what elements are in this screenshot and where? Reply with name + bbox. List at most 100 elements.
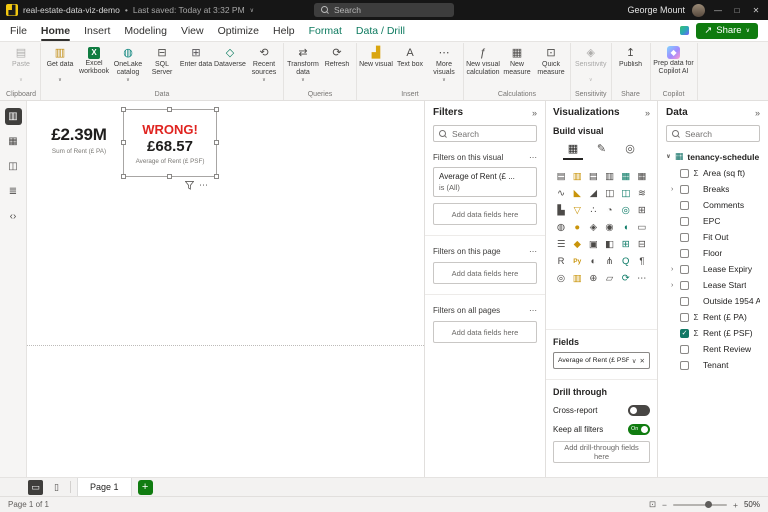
field-checkbox[interactable] xyxy=(680,185,689,194)
stacked-bar-chart-icon[interactable]: ▤ xyxy=(553,168,569,185)
table-view-button[interactable]: ▦ xyxy=(5,133,22,150)
report-view-button[interactable]: ▥ xyxy=(5,108,22,125)
cross-report-toggle[interactable] xyxy=(628,405,650,416)
transform-data-button[interactable]: ⇄Transform data∨ xyxy=(286,43,320,83)
filter-dropzone[interactable]: Add data fields here xyxy=(433,203,537,225)
resize-handle[interactable] xyxy=(214,174,219,179)
field-row-outside-1954-act[interactable]: Outside 1954 Act xyxy=(666,293,760,309)
page-tab[interactable]: Page 1 xyxy=(77,478,132,497)
100-stacked-bar-chart-icon[interactable]: ▦ xyxy=(618,168,634,185)
clustered-column-chart-icon[interactable]: ▥ xyxy=(601,168,617,185)
expand-icon[interactable]: › xyxy=(671,266,677,273)
power-apps-icon[interactable]: ▱ xyxy=(601,270,617,287)
python-visual-icon[interactable]: Py xyxy=(569,253,585,270)
filter-card[interactable]: Average of Rent (£ ...is (All) xyxy=(433,167,537,197)
menu-tab-view[interactable]: View xyxy=(181,20,204,42)
remove-field-icon[interactable]: ✕ xyxy=(640,357,645,365)
line-chart-icon[interactable]: ∿ xyxy=(553,185,569,202)
field-row-epc[interactable]: EPC xyxy=(666,213,760,229)
chevron-down-icon[interactable]: ∨ xyxy=(632,357,637,365)
collapse-pane-icon[interactable]: » xyxy=(532,108,537,118)
resize-handle[interactable] xyxy=(167,174,172,179)
chevron-down-icon[interactable]: ∨ xyxy=(666,153,671,160)
gauge-icon[interactable]: ◖ xyxy=(618,219,634,236)
quick-measure-button[interactable]: ⊡Quick measure xyxy=(534,43,568,78)
minimize-button[interactable]: — xyxy=(712,6,724,15)
menu-tab-modeling[interactable]: Modeling xyxy=(124,20,167,42)
resize-handle[interactable] xyxy=(214,107,219,112)
funnel-chart-icon[interactable]: ▽ xyxy=(569,202,585,219)
table-node-tenancy-schedule[interactable]: ∨ ▦ tenancy-schedule xyxy=(666,151,760,162)
field-checkbox[interactable] xyxy=(680,265,689,274)
multi-row-card-icon[interactable]: ☰ xyxy=(553,236,569,253)
format-visual-tab[interactable]: ✎ xyxy=(592,140,612,160)
zoom-slider-knob[interactable] xyxy=(705,501,712,508)
more-options-icon[interactable]: ⋯ xyxy=(529,306,537,315)
smart-narrative-icon[interactable]: ¶ xyxy=(634,253,650,270)
kpi-icon[interactable]: ◆ xyxy=(569,236,585,253)
metrics-icon[interactable]: ◎ xyxy=(553,270,569,287)
field-row-rent-psf[interactable]: ✓ΣRent (£ PSF) xyxy=(666,325,760,341)
scatter-chart-icon[interactable]: ∴ xyxy=(585,202,601,219)
tmdl-view-button[interactable]: ‹› xyxy=(5,208,22,225)
decomposition-tree-icon[interactable]: ⋔ xyxy=(601,253,617,270)
mobile-view-button[interactable]: ▯ xyxy=(49,480,64,495)
collapse-pane-icon[interactable]: » xyxy=(645,108,650,118)
excel-workbook-button[interactable]: XExcel workbook xyxy=(77,43,111,77)
fit-to-page-icon[interactable]: ⊡ xyxy=(649,499,656,510)
clustered-bar-chart-icon[interactable]: ▤ xyxy=(585,168,601,185)
build-visual-tab[interactable]: ▦ xyxy=(563,140,583,160)
share-button[interactable]: ↗ Share ∨ xyxy=(696,23,758,39)
new-visual-button[interactable]: ▟New visual xyxy=(359,43,393,78)
field-checkbox[interactable] xyxy=(680,313,689,322)
area-chart-icon[interactable]: ◣ xyxy=(569,185,585,202)
field-row-rent-review[interactable]: Rent Review xyxy=(666,341,760,357)
close-button[interactable]: ✕ xyxy=(750,6,762,15)
expand-icon[interactable]: › xyxy=(671,186,677,193)
report-canvas[interactable]: £2.39M Sum of Rent (£ PA) WRONG! £68.57 … xyxy=(27,101,424,477)
field-row-lease-expiry[interactable]: ›Lease Expiry xyxy=(666,261,760,277)
card-visual-avg-rent-psf-selected[interactable]: WRONG! £68.57 Average of Rent (£ PSF) xyxy=(123,109,217,177)
field-checkbox[interactable] xyxy=(680,217,689,226)
q-and-a-icon[interactable]: Q xyxy=(618,253,634,270)
zoom-slider[interactable] xyxy=(673,504,727,506)
document-title[interactable]: real-estate-data-viz-demo xyxy=(23,5,120,15)
field-checkbox[interactable] xyxy=(680,249,689,258)
field-pill[interactable]: Average of Rent (£ PSF) ∨ ✕ xyxy=(553,352,650,369)
field-row-breaks[interactable]: ›Breaks xyxy=(666,181,760,197)
menu-tab-optimize[interactable]: Optimize xyxy=(218,20,259,42)
more-visuals-button[interactable]: ⋯More visuals∨ xyxy=(427,43,461,83)
avatar[interactable] xyxy=(692,4,705,17)
prep-data-for-copilot-button[interactable]: ◆Prep data for Copilot AI xyxy=(653,43,695,77)
new-slicer-icon[interactable]: ◧ xyxy=(601,236,617,253)
resize-handle[interactable] xyxy=(167,107,172,112)
resize-handle[interactable] xyxy=(214,140,219,145)
resize-handle[interactable] xyxy=(121,140,126,145)
stacked-column-chart-icon[interactable]: ▥ xyxy=(569,168,585,185)
field-checkbox[interactable] xyxy=(680,361,689,370)
dataverse-button[interactable]: ◇Dataverse xyxy=(213,43,247,78)
treemap-icon[interactable]: ⊞ xyxy=(634,202,650,219)
onelake-catalog-button[interactable]: ◍OneLake catalog∨ xyxy=(111,43,145,83)
resize-handle[interactable] xyxy=(121,174,126,179)
collapse-pane-icon[interactable]: » xyxy=(755,108,760,118)
azure-map-icon[interactable]: ◈ xyxy=(585,219,601,236)
desktop-view-button[interactable]: ▭ xyxy=(28,480,43,495)
filter-dropzone[interactable]: Add data fields here xyxy=(433,262,537,284)
text-box-button[interactable]: AText box xyxy=(393,43,427,78)
field-checkbox[interactable] xyxy=(680,345,689,354)
more-options-icon[interactable]: ⋯ xyxy=(529,247,537,256)
map-icon[interactable]: ◍ xyxy=(553,219,569,236)
field-checkbox[interactable] xyxy=(680,233,689,242)
more-options-icon[interactable]: ⋯ xyxy=(529,153,537,162)
field-row-floor[interactable]: Floor xyxy=(666,245,760,261)
slicer-icon[interactable]: ▣ xyxy=(585,236,601,253)
field-checkbox[interactable] xyxy=(680,297,689,306)
key-influencers-icon[interactable]: ◐ xyxy=(585,253,601,270)
line-and-clustered-column-chart-icon[interactable]: ◫ xyxy=(618,185,634,202)
data-search-input[interactable]: Search xyxy=(666,125,760,142)
dax-query-view-button[interactable]: ≣ xyxy=(5,183,22,200)
field-row-area-sq-ft[interactable]: ΣArea (sq ft) xyxy=(666,165,760,181)
field-checkbox[interactable]: ✓ xyxy=(680,329,689,338)
field-row-comments[interactable]: Comments xyxy=(666,197,760,213)
